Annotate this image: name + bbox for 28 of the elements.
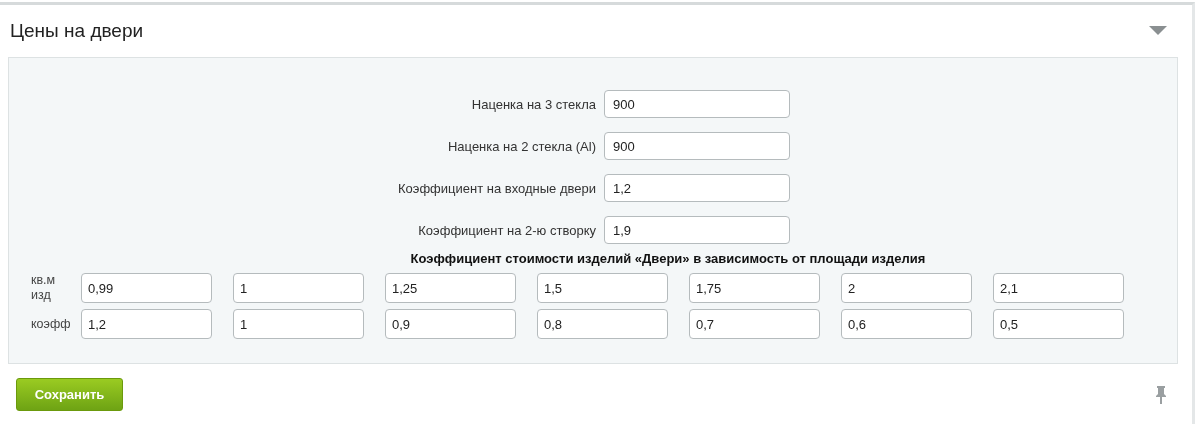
pin-icon[interactable] bbox=[1155, 384, 1167, 405]
input-field[interactable]: 0,6 bbox=[841, 309, 972, 339]
input-field[interactable]: 1,9 bbox=[604, 216, 790, 244]
input-field[interactable]: 0,8 bbox=[537, 309, 668, 339]
table-title: Коэффициент стоимости изделий «Двери» в зависимость от площади изделия bbox=[409, 251, 927, 267]
input-field[interactable]: 0,5 bbox=[993, 309, 1124, 339]
input-field[interactable]: 1,5 bbox=[537, 273, 668, 303]
input-field[interactable]: 0,99 bbox=[81, 273, 212, 303]
input-field[interactable]: 1,25 bbox=[385, 273, 516, 303]
input-field[interactable]: 0,7 bbox=[689, 309, 820, 339]
input-field[interactable]: 0,9 bbox=[385, 309, 516, 339]
input-field[interactable]: 1,75 bbox=[689, 273, 820, 303]
field-label: Наценка на 2 стекла (Al) bbox=[446, 138, 597, 154]
input-field[interactable]: 2 bbox=[841, 273, 972, 303]
input-field[interactable]: 900 bbox=[604, 132, 790, 160]
input-field[interactable]: 1,2 bbox=[604, 174, 790, 202]
input-field[interactable]: 1 bbox=[233, 273, 364, 303]
input-field[interactable]: 1,2 bbox=[81, 309, 212, 339]
field-label: Коэффициент на входные двери bbox=[397, 180, 597, 196]
field-label: Коэффициент на 2-ю створку bbox=[417, 222, 597, 238]
input-field[interactable]: 900 bbox=[604, 90, 790, 118]
input-field[interactable]: 1 bbox=[233, 309, 364, 339]
field-label: Наценка на 3 стекла bbox=[470, 96, 597, 112]
input-field[interactable]: 2,1 bbox=[993, 273, 1124, 303]
row-label: коэфф bbox=[31, 316, 72, 332]
row-label: кв.м изд bbox=[31, 273, 57, 303]
panel-title: Цены на двери bbox=[10, 20, 144, 42]
collapse-icon[interactable] bbox=[1149, 26, 1167, 36]
